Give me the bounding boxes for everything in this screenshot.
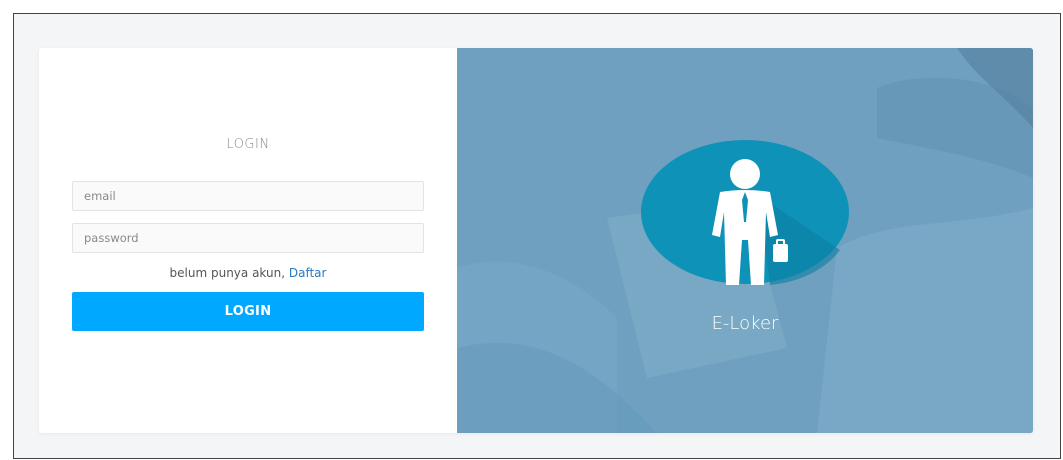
register-prompt: belum punya akun, Daftar	[39, 266, 457, 280]
login-title: LOGIN	[226, 137, 270, 152]
brand-name: E-Loker	[711, 313, 779, 334]
register-link[interactable]: Daftar	[289, 266, 327, 280]
login-button[interactable]: LOGIN	[72, 292, 424, 331]
brand-panel: E-Loker	[457, 48, 1033, 433]
login-card: LOGIN belum punya akun, Daftar LOGIN	[39, 48, 1033, 433]
login-panel: LOGIN belum punya akun, Daftar LOGIN	[39, 48, 457, 433]
register-prompt-text: belum punya akun,	[169, 266, 289, 280]
password-field[interactable]	[72, 223, 424, 253]
window-frame: LOGIN belum punya akun, Daftar LOGIN	[13, 13, 1061, 459]
businessman-with-briefcase-icon	[641, 140, 849, 285]
email-field[interactable]	[72, 181, 424, 211]
